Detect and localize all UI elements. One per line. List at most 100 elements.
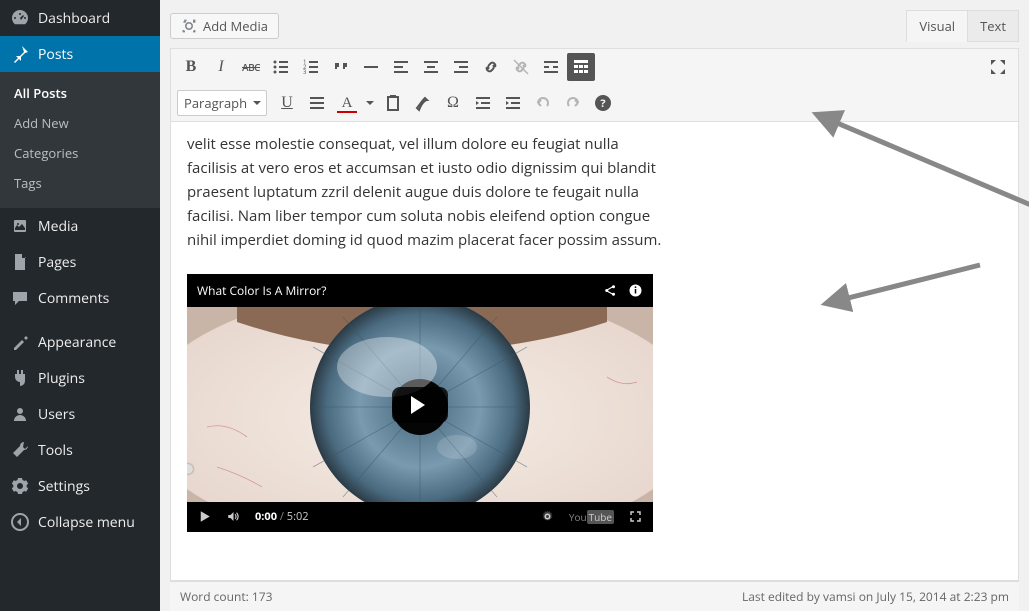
editor-tabs: Visual Text: [906, 10, 1019, 42]
underline-button[interactable]: U: [273, 89, 301, 117]
media-icon: [181, 18, 197, 34]
help-button[interactable]: ?: [589, 89, 617, 117]
align-justify-button[interactable]: [303, 89, 331, 117]
add-media-button[interactable]: Add Media: [170, 13, 279, 39]
undo-button[interactable]: [529, 89, 557, 117]
sidebar-item-tools[interactable]: Tools: [0, 432, 160, 468]
posts-submenu: All Posts Add New Categories Tags: [0, 72, 160, 208]
pin-icon: [10, 44, 30, 64]
paste-text-button[interactable]: [379, 89, 407, 117]
volume-icon[interactable]: [226, 509, 241, 524]
youtube-logo[interactable]: YouTube: [569, 509, 614, 525]
sidebar-label: Users: [38, 405, 75, 424]
text-color-dropdown[interactable]: [363, 89, 377, 117]
dashboard-icon: [10, 8, 30, 28]
sidebar-item-pages[interactable]: Pages: [0, 244, 160, 280]
sidebar-item-media[interactable]: Media: [0, 208, 160, 244]
sidebar-collapse[interactable]: Collapse menu: [0, 504, 160, 540]
sidebar-label: Comments: [38, 289, 109, 308]
video-thumbnail[interactable]: [187, 307, 653, 502]
bullet-list-button[interactable]: [267, 53, 295, 81]
link-button[interactable]: [477, 53, 505, 81]
italic-button[interactable]: I: [207, 53, 235, 81]
align-center-button[interactable]: [417, 53, 445, 81]
strikethrough-button[interactable]: ABC: [237, 53, 265, 81]
format-select-wrap: Paragraph: [177, 90, 267, 116]
tab-text[interactable]: Text: [967, 10, 1019, 42]
blockquote-button[interactable]: [327, 53, 355, 81]
sidebar-item-comments[interactable]: Comments: [0, 280, 160, 316]
word-count: Word count: 173: [180, 588, 273, 605]
sidebar-label: Dashboard: [38, 9, 110, 28]
media-icon: [10, 216, 30, 236]
special-char-button[interactable]: Ω: [439, 89, 467, 117]
post-paragraph: velit esse molestie consequat, vel illum…: [187, 132, 672, 252]
align-left-button[interactable]: [387, 53, 415, 81]
pages-icon: [10, 252, 30, 272]
clear-formatting-button[interactable]: [409, 89, 437, 117]
bold-button[interactable]: B: [177, 53, 205, 81]
submenu-tags[interactable]: Tags: [0, 168, 160, 198]
admin-sidebar: Dashboard Posts All Posts Add New Catego…: [0, 0, 160, 611]
editor-container: B I ABC 123 Par: [170, 48, 1019, 581]
add-media-label: Add Media: [203, 17, 268, 35]
settings-icon[interactable]: [540, 509, 555, 524]
format-select[interactable]: Paragraph: [177, 90, 267, 116]
submenu-add-new[interactable]: Add New: [0, 108, 160, 138]
collapse-icon: [10, 512, 30, 532]
play-button[interactable]: [392, 387, 448, 423]
video-header: What Color Is A Mirror?: [187, 274, 653, 307]
sidebar-label: Appearance: [38, 333, 116, 352]
editor-toolbar: B I ABC 123 Par: [171, 49, 1018, 122]
toolbar-toggle-button[interactable]: [567, 53, 595, 81]
submenu-categories[interactable]: Categories: [0, 138, 160, 168]
sidebar-label: Settings: [38, 477, 90, 496]
sidebar-label: Tools: [38, 441, 73, 460]
number-list-button[interactable]: 123: [297, 53, 325, 81]
outdent-button[interactable]: [469, 89, 497, 117]
sidebar-label: Pages: [38, 253, 76, 272]
main-content: Add Media Visual Text B I ABC 123: [160, 0, 1029, 611]
sidebar-label: Media: [38, 217, 78, 236]
sidebar-item-settings[interactable]: Settings: [0, 468, 160, 504]
toolbar-row-1: B I ABC 123: [171, 49, 1018, 85]
align-right-button[interactable]: [447, 53, 475, 81]
submenu-all-posts[interactable]: All Posts: [0, 78, 160, 108]
editor-content[interactable]: velit esse molestie consequat, vel illum…: [171, 122, 1018, 580]
indent-button[interactable]: [499, 89, 527, 117]
sidebar-item-posts[interactable]: Posts: [0, 36, 160, 72]
more-button[interactable]: [537, 53, 565, 81]
video-title: What Color Is A Mirror?: [197, 281, 593, 300]
sidebar-item-users[interactable]: Users: [0, 396, 160, 432]
sidebar-label: Collapse menu: [38, 513, 135, 532]
sidebar-label: Plugins: [38, 369, 85, 388]
toolbar-row-2: Paragraph U A Ω ?: [171, 85, 1018, 121]
comments-icon: [10, 288, 30, 308]
share-icon[interactable]: [603, 283, 618, 298]
sidebar-item-dashboard[interactable]: Dashboard: [0, 0, 160, 36]
text-color-button[interactable]: A: [333, 89, 361, 117]
info-icon[interactable]: [628, 283, 643, 298]
settings-icon: [10, 476, 30, 496]
sidebar-item-plugins[interactable]: Plugins: [0, 360, 160, 396]
editor-topbar: Add Media Visual Text: [160, 0, 1029, 48]
redo-button[interactable]: [559, 89, 587, 117]
video-embed: What Color Is A Mirror?: [187, 274, 653, 532]
users-icon: [10, 404, 30, 424]
svg-text:?: ?: [600, 96, 605, 111]
video-current-time: 0:00 / 5:02: [255, 508, 309, 526]
sidebar-label: Posts: [38, 45, 73, 64]
tab-visual[interactable]: Visual: [906, 10, 968, 42]
plugins-icon: [10, 368, 30, 388]
editor-statusbar: Word count: 173 Last edited by vamsi on …: [170, 581, 1019, 611]
tools-icon: [10, 440, 30, 460]
unlink-button[interactable]: [507, 53, 535, 81]
fullscreen-button[interactable]: [984, 53, 1012, 81]
hr-button[interactable]: [357, 53, 385, 81]
last-edited: Last edited by vamsi on July 15, 2014 at…: [742, 588, 1009, 605]
video-controls: 0:00 / 5:02 YouTube: [187, 502, 653, 532]
sidebar-item-appearance[interactable]: Appearance: [0, 324, 160, 360]
appearance-icon: [10, 332, 30, 352]
play-icon[interactable]: [197, 509, 212, 524]
fullscreen-icon[interactable]: [628, 509, 643, 524]
